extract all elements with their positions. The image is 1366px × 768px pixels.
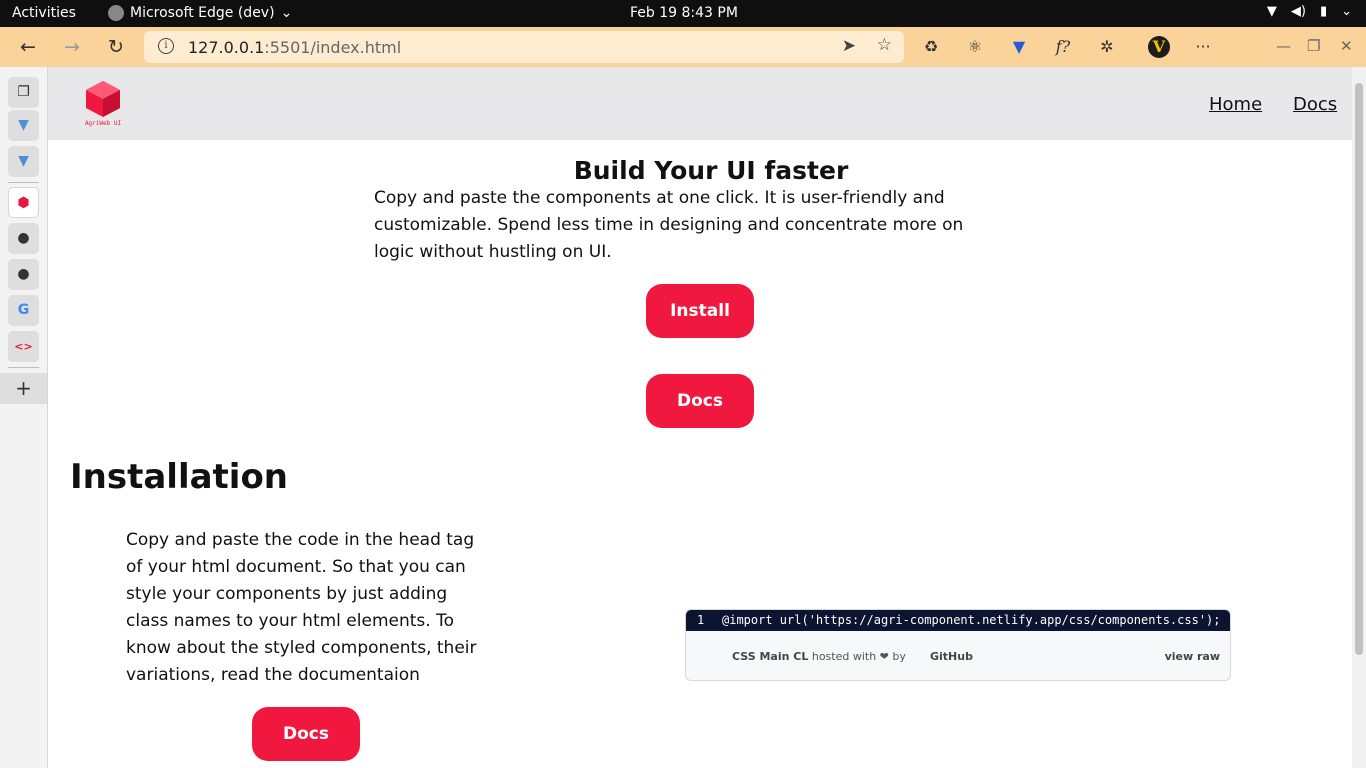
install-button[interactable]: Install [646, 284, 754, 338]
browser-toolbar: ← → ↻ i 127.0.0.1:5501/index.html ➤ ☆ ♻ … [0, 27, 1366, 67]
chevron-down-icon: ⌄ [280, 5, 293, 21]
vertical-tab-2[interactable]: ▼ [8, 146, 39, 177]
hero-description: Copy and paste the components at one cli… [374, 188, 964, 262]
add-favorite-icon[interactable]: ☆ [877, 35, 892, 55]
font-extension-icon[interactable]: f? [1052, 36, 1074, 58]
close-icon[interactable]: ✕ [1340, 37, 1353, 55]
refresh-button[interactable]: ↻ [104, 35, 128, 59]
installation-description: Copy and paste the code in the head tag … [126, 530, 477, 685]
hero-title: Build Your UI faster [573, 156, 849, 185]
installation-title: Installation [70, 457, 289, 497]
gist-code: @import url('https://agri-component.netl… [722, 613, 1221, 627]
activities-button[interactable]: Activities [12, 5, 76, 21]
tab-actions-icon[interactable]: ❐ [8, 77, 39, 108]
web-page: AgriWeb UI Home Docs Build Your UI faste… [48, 67, 1352, 768]
hexagon-logo-icon [86, 81, 120, 117]
minimize-icon[interactable]: — [1276, 37, 1291, 55]
nav-docs-link[interactable]: Docs [1293, 94, 1337, 115]
gist-footer: CSS Main CL hosted with ❤ by GitHub view… [686, 631, 1230, 680]
scrollbar-thumb[interactable] [1355, 83, 1363, 655]
more-menu-icon[interactable]: ··· [1192, 36, 1214, 58]
recycle-extension-icon[interactable]: ♻ [920, 36, 942, 58]
battery-icon: ▮ [1319, 4, 1328, 19]
volume-icon: ◀) [1290, 4, 1306, 19]
react-devtools-icon[interactable]: ⚛ [964, 36, 986, 58]
code-tab-icon[interactable]: <> [8, 331, 39, 362]
installation-docs-button[interactable]: Docs [252, 707, 360, 761]
edge-app-icon [108, 5, 124, 21]
sidebar-divider [8, 367, 39, 368]
gist-file-link[interactable]: CSS Main CL [732, 650, 808, 663]
restore-icon[interactable]: ❐ [1307, 37, 1320, 55]
clock[interactable]: Feb 19 8:43 PM [630, 5, 738, 21]
forward-button[interactable]: → [60, 35, 84, 59]
logo-text: AgriWeb UI [84, 120, 122, 127]
app-menu[interactable]: Microsoft Edge (dev) ⌄ [108, 5, 292, 21]
site-logo[interactable]: AgriWeb UI [82, 79, 124, 129]
chevron-down-icon: ⌄ [1341, 4, 1352, 19]
gist-file-info: CSS Main CL hosted with ❤ by [732, 650, 906, 663]
system-tray[interactable]: ▼ ◀) ▮ ⌄ [1267, 4, 1352, 19]
shield-extension-icon[interactable]: ▼ [1008, 36, 1030, 58]
nav-home-link[interactable]: Home [1209, 94, 1262, 115]
site-navbar: AgriWeb UI Home Docs [48, 67, 1352, 140]
page-scrollbar[interactable] [1352, 67, 1366, 768]
browser-sidebar: ❐ ▼ ▼ ⬢ ● ● G <> + [0, 67, 48, 768]
profile-avatar[interactable]: V [1148, 36, 1170, 58]
google-tab-icon[interactable]: G [8, 295, 39, 326]
github-tab-icon[interactable]: ● [8, 223, 39, 254]
app-name: Microsoft Edge (dev) [130, 5, 275, 21]
sidebar-divider [8, 182, 39, 183]
vertical-tab-1[interactable]: ▼ [8, 110, 39, 141]
new-tab-button[interactable]: + [0, 373, 47, 404]
github-link[interactable]: GitHub [930, 650, 973, 663]
address-bar[interactable]: i 127.0.0.1:5501/index.html ➤ ☆ [144, 31, 904, 63]
gist-code-line[interactable]: 1 @import url('https://agri-component.net… [686, 610, 1230, 631]
view-raw-link[interactable]: view raw [1165, 650, 1220, 663]
gist-hosted-text: hosted with ❤ by [811, 650, 906, 663]
url-path: :5501/index.html [264, 38, 402, 57]
send-icon[interactable]: ➤ [842, 36, 856, 56]
extensions-icon[interactable]: ✲ [1096, 36, 1118, 58]
hero-docs-button[interactable]: Docs [646, 374, 754, 428]
os-top-bar: Activities Microsoft Edge (dev) ⌄ Feb 19… [0, 0, 1366, 27]
line-number: 1 [697, 613, 705, 627]
vertical-tab-active[interactable]: ⬢ [8, 187, 39, 218]
github-tab-icon[interactable]: ● [8, 259, 39, 290]
url-host: 127.0.0.1 [188, 38, 265, 57]
info-icon[interactable]: i [158, 38, 174, 54]
url-text[interactable]: 127.0.0.1:5501/index.html [188, 38, 401, 57]
wifi-icon: ▼ [1266, 4, 1277, 19]
back-button[interactable]: ← [16, 35, 40, 59]
code-gist: 1 @import url('https://agri-component.net… [685, 609, 1231, 681]
